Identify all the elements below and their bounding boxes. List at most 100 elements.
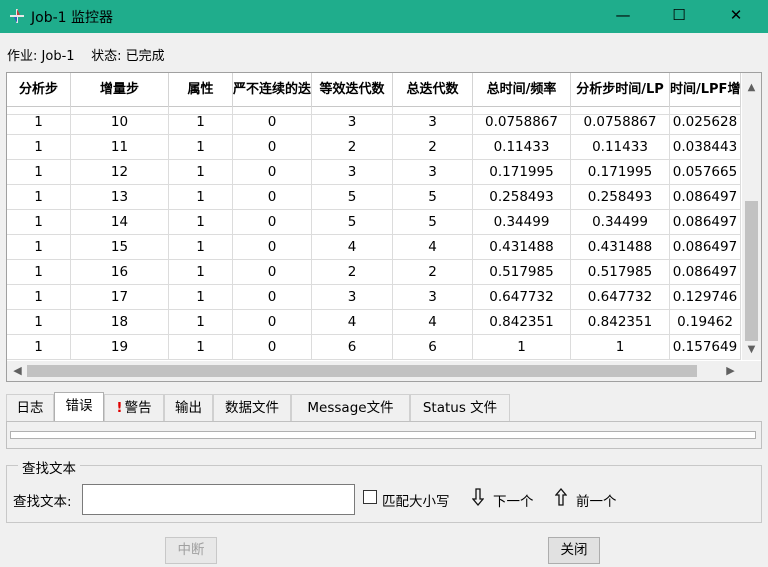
table-cell: 1 bbox=[169, 335, 233, 360]
tab-4[interactable]: 输出 bbox=[164, 394, 213, 422]
tab-label: Message文件 bbox=[307, 400, 394, 416]
table-cell: 17 bbox=[71, 285, 169, 310]
error-tab-panel bbox=[6, 421, 762, 449]
table-row[interactable]: 1 10 1 0 3 3 0.0758867 0.0758867 0.025628 bbox=[7, 110, 741, 135]
column-header[interactable]: 严不连续的迭 bbox=[233, 73, 312, 107]
column-header[interactable]: 总时间/频率 bbox=[473, 73, 571, 107]
table-row[interactable]: 1 15 1 0 4 4 0.431488 0.431488 0.086497 bbox=[7, 235, 741, 260]
maximize-button[interactable]: ☐ bbox=[656, 0, 702, 33]
table-cell: 1 bbox=[169, 210, 233, 235]
column-header[interactable]: 分析步时间/LP bbox=[571, 73, 670, 107]
table-cell: 1 bbox=[571, 335, 670, 360]
table-cell: 0.258493 bbox=[473, 185, 571, 210]
tab-6[interactable]: Message文件 bbox=[291, 394, 410, 422]
table-cell: 0 bbox=[233, 260, 312, 285]
title-bar[interactable]: Job-1 监控器 — ☐ ✕ bbox=[0, 0, 768, 33]
table-cell: 1 bbox=[169, 310, 233, 335]
table-cell: 11 bbox=[71, 135, 169, 160]
table-cell: 0.19462 bbox=[670, 310, 741, 335]
horizontal-scrollbar[interactable]: ◀ ▶ bbox=[7, 361, 761, 381]
table-cell: 1 bbox=[7, 260, 71, 285]
arrow-up-icon[interactable] bbox=[555, 488, 567, 506]
arrow-down-icon[interactable] bbox=[472, 488, 484, 506]
minimize-button[interactable]: — bbox=[600, 0, 646, 33]
find-text-input[interactable] bbox=[82, 484, 355, 515]
table-cell: 0.0758867 bbox=[473, 110, 571, 135]
table-cell: 0 bbox=[233, 185, 312, 210]
table-row[interactable]: 1 13 1 0 5 5 0.258493 0.258493 0.086497 bbox=[7, 185, 741, 210]
find-label: 查找文本: bbox=[13, 494, 72, 510]
match-case-label[interactable]: 匹配大小写 bbox=[382, 490, 450, 510]
table-body[interactable]: 0.05020160.05020160.01700011010330.07588… bbox=[7, 107, 741, 360]
abort-button[interactable]: 中断 bbox=[165, 537, 217, 564]
table-cell: 15 bbox=[71, 235, 169, 260]
tab-7[interactable]: Status 文件 bbox=[410, 394, 510, 422]
column-header[interactable]: 总迭代数 bbox=[393, 73, 473, 107]
table-row[interactable]: 1 19 1 0 6 6 1 1 0.157649 bbox=[7, 335, 741, 360]
table-cell: 0.0758867 bbox=[571, 110, 670, 135]
increment-table[interactable]: 分析步 增量步 属性 严不连续的迭 等效迭代数 总迭代数 总时间/频率 分析步时间/LP 时间/… bbox=[6, 72, 762, 382]
table-row[interactable]: 1 16 1 0 2 2 0.517985 0.517985 0.086497 bbox=[7, 260, 741, 285]
table-cell: 13 bbox=[71, 185, 169, 210]
table-cell: 0.157649 bbox=[670, 335, 741, 360]
table-cell: 0.517985 bbox=[571, 260, 670, 285]
maximize-icon: ☐ bbox=[672, 6, 686, 24]
find-next-button[interactable]: 下一个 bbox=[493, 490, 534, 510]
table-row[interactable]: 1 14 1 0 5 5 0.34499 0.34499 0.086497 bbox=[7, 210, 741, 235]
close-icon: ✕ bbox=[729, 6, 743, 24]
table-cell: 0.038443 bbox=[670, 135, 741, 160]
tab-5[interactable]: 数据文件 bbox=[213, 394, 291, 422]
table-cell: 5 bbox=[393, 210, 473, 235]
table-cell: 0 bbox=[233, 160, 312, 185]
scroll-left-icon[interactable]: ◀ bbox=[9, 361, 26, 381]
tab-label: Status 文件 bbox=[422, 400, 498, 416]
table-header: 分析步 增量步 属性 严不连续的迭 等效迭代数 总迭代数 总时间/频率 分析步时间/LP 时间/… bbox=[7, 73, 741, 107]
table-row[interactable]: 1 11 1 0 2 2 0.11433 0.11433 0.038443 bbox=[7, 135, 741, 160]
tab-label: 数据文件 bbox=[225, 400, 279, 416]
find-previous-button[interactable]: 前一个 bbox=[576, 490, 617, 510]
table-row[interactable]: 1 17 1 0 3 3 0.647732 0.647732 0.129746 bbox=[7, 285, 741, 310]
minimize-icon: — bbox=[615, 6, 631, 24]
table-cell: 19 bbox=[71, 335, 169, 360]
column-header[interactable]: 等效迭代数 bbox=[312, 73, 393, 107]
table-cell: 0 bbox=[233, 135, 312, 160]
table-cell: 0.057665 bbox=[670, 160, 741, 185]
find-text-group: 查找文本 查找文本: 匹配大小写 下一个 前一个 bbox=[6, 457, 762, 523]
table-cell: 5 bbox=[393, 185, 473, 210]
scroll-right-icon[interactable]: ▶ bbox=[722, 361, 739, 381]
table-cell: 6 bbox=[312, 335, 393, 360]
table-row[interactable]: 1 12 1 0 3 3 0.171995 0.171995 0.057665 bbox=[7, 160, 741, 185]
table-cell: 16 bbox=[71, 260, 169, 285]
column-header[interactable]: 时间/LPF增 bbox=[670, 73, 741, 107]
table-cell: 1 bbox=[169, 285, 233, 310]
column-header[interactable]: 属性 bbox=[169, 73, 233, 107]
job-label: 作业: bbox=[7, 49, 38, 64]
close-button[interactable]: 关闭 bbox=[548, 537, 600, 564]
tab-3[interactable]: ! 警告 bbox=[104, 394, 164, 422]
table-cell: 0.11433 bbox=[473, 135, 571, 160]
column-header[interactable]: 增量步 bbox=[71, 73, 169, 107]
close-window-button[interactable]: ✕ bbox=[713, 0, 759, 33]
table-cell: 0.647732 bbox=[571, 285, 670, 310]
scroll-up-icon[interactable]: ▲ bbox=[742, 79, 761, 96]
column-header[interactable]: 分析步 bbox=[7, 73, 71, 107]
match-case-checkbox[interactable] bbox=[363, 490, 377, 504]
table-cell: 0.842351 bbox=[473, 310, 571, 335]
table-row[interactable]: 1 18 1 0 4 4 0.842351 0.842351 0.19462 bbox=[7, 310, 741, 335]
error-text-area[interactable] bbox=[10, 431, 756, 439]
horizontal-scroll-thumb[interactable] bbox=[27, 365, 697, 377]
table-cell: 2 bbox=[393, 135, 473, 160]
tab-2[interactable]: 错误 bbox=[54, 392, 104, 422]
scroll-down-icon[interactable]: ▼ bbox=[742, 341, 761, 358]
table-cell: 0.258493 bbox=[571, 185, 670, 210]
table-cell: 0.34499 bbox=[571, 210, 670, 235]
table-cell: 1 bbox=[7, 135, 71, 160]
vertical-scrollbar[interactable]: ▲ ▼ bbox=[742, 73, 761, 360]
table-cell: 0.025628 bbox=[670, 110, 741, 135]
tab-label: 错误 bbox=[65, 398, 93, 414]
table-cell: 1 bbox=[169, 110, 233, 135]
table-cell: 0.086497 bbox=[670, 185, 741, 210]
vertical-scroll-thumb[interactable] bbox=[745, 201, 758, 341]
table-cell: 0.842351 bbox=[571, 310, 670, 335]
tab-1[interactable]: 日志 bbox=[6, 394, 54, 422]
